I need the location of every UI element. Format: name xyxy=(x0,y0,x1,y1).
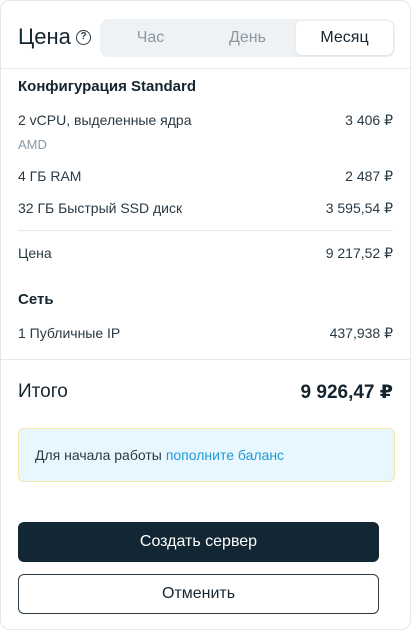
total-value: 9 926,47 ₽ xyxy=(300,382,393,403)
cpu-value: 3 406 ₽ xyxy=(345,112,393,128)
cancel-button[interactable]: Отменить xyxy=(18,574,379,614)
disk-value: 3 595,54 ₽ xyxy=(325,200,393,216)
tab-hour[interactable]: Час xyxy=(102,21,199,55)
config-price-row: Цена 9 217,52 ₽ xyxy=(18,245,393,263)
balance-notice: Для начала работы пополните баланс xyxy=(18,428,395,482)
network-title: Сеть xyxy=(18,291,54,308)
price-header: Цена ? Час День Месяц xyxy=(18,19,395,57)
config-price-label: Цена xyxy=(18,245,52,261)
header-divider xyxy=(1,68,410,69)
total-divider xyxy=(1,359,410,360)
ip-value: 437,938 ₽ xyxy=(329,325,393,341)
config-title: Конфигурация Standard xyxy=(18,78,196,95)
cpu-vendor: AMD xyxy=(18,137,47,152)
network-item-ip: 1 Публичные IP 437,938 ₽ xyxy=(18,325,393,343)
total-label: Итого xyxy=(18,381,68,402)
notice-text: Для начала работы xyxy=(35,447,162,463)
config-item-disk: 32 ГБ Быстрый SSD диск 3 595,54 ₽ xyxy=(18,200,393,218)
ip-label: 1 Публичные IP xyxy=(18,325,121,341)
config-price-value: 9 217,52 ₽ xyxy=(325,245,393,261)
config-item-cpu: 2 vCPU, выделенные ядра 3 406 ₽ xyxy=(18,112,393,130)
config-divider xyxy=(18,230,393,231)
tab-day[interactable]: День xyxy=(199,21,296,55)
ram-value: 2 487 ₽ xyxy=(345,168,393,184)
config-item-ram: 4 ГБ RAM 2 487 ₽ xyxy=(18,168,393,186)
create-server-button[interactable]: Создать сервер xyxy=(18,522,379,562)
cpu-label: 2 vCPU, выделенные ядра xyxy=(18,112,192,128)
price-title: Цена xyxy=(18,24,71,49)
top-up-link[interactable]: пополните баланс xyxy=(166,447,284,463)
disk-label: 32 ГБ Быстрый SSD диск xyxy=(18,200,183,216)
help-icon[interactable]: ? xyxy=(76,30,91,45)
ram-label: 4 ГБ RAM xyxy=(18,168,82,184)
price-card: Цена ? Час День Месяц Конфигурация Stand… xyxy=(0,0,411,630)
total-row: Итого 9 926,47 ₽ xyxy=(18,381,393,405)
tab-month[interactable]: Месяц xyxy=(296,21,393,55)
period-tabs: Час День Месяц xyxy=(100,19,395,57)
